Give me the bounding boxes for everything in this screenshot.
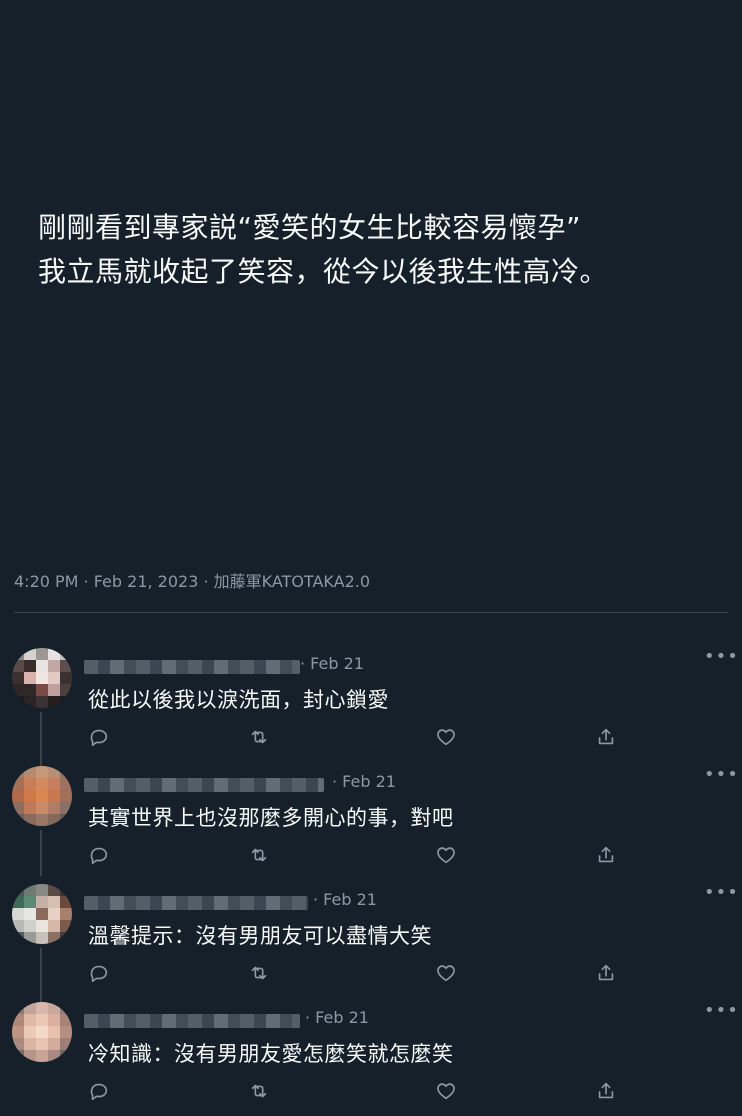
retweet-icon[interactable] xyxy=(248,1080,270,1102)
avatar[interactable] xyxy=(12,648,72,708)
reply-text: 其實世界上也沒那麼多開心的事，對吧 xyxy=(88,806,454,830)
more-icon[interactable]: ••• xyxy=(704,884,739,902)
reply-icon[interactable] xyxy=(88,844,110,866)
retweet-icon[interactable] xyxy=(248,726,270,748)
reply-item[interactable]: · Feb 21 ••• 其實世界上也沒那麼多開心的事，對吧 xyxy=(0,766,742,884)
more-icon[interactable]: ••• xyxy=(704,648,739,666)
username-blurred[interactable] xyxy=(84,1014,300,1028)
username-blurred[interactable] xyxy=(84,896,308,910)
share-icon[interactable] xyxy=(595,962,617,984)
share-icon[interactable] xyxy=(595,726,617,748)
heart-icon[interactable] xyxy=(435,726,457,748)
tweet-text-line-1: 剛剛看到專家説“愛笑的女生比較容易懷孕” xyxy=(38,211,582,244)
reply-icon[interactable] xyxy=(88,1080,110,1102)
reply-icon[interactable] xyxy=(88,726,110,748)
more-icon[interactable]: ••• xyxy=(704,1002,739,1020)
reply-text: 冷知識：沒有男朋友愛怎麼笑就怎麼笑 xyxy=(88,1042,454,1066)
share-icon[interactable] xyxy=(595,844,617,866)
tweet-text-line-2: 我立馬就收起了笑容，從今以後我生性高冷。 xyxy=(38,255,609,288)
avatar[interactable] xyxy=(12,1002,72,1062)
more-icon[interactable]: ••• xyxy=(704,766,739,784)
share-icon[interactable] xyxy=(595,1080,617,1102)
tweet-body: 剛剛看到專家説“愛笑的女生比較容易懷孕” 我立馬就收起了笑容，從今以後我生性高冷… xyxy=(38,206,728,294)
reply-date[interactable]: · Feb 21 xyxy=(300,654,364,673)
avatar[interactable] xyxy=(12,884,72,944)
username-blurred[interactable] xyxy=(84,778,324,792)
reply-date[interactable]: · Feb 21 xyxy=(313,890,377,909)
reply-date[interactable]: · Feb 21 xyxy=(305,1008,369,1027)
heart-icon[interactable] xyxy=(435,844,457,866)
retweet-icon[interactable] xyxy=(248,844,270,866)
reply-item[interactable]: · Feb 21 ••• 冷知識：沒有男朋友愛怎麼笑就怎麼笑 xyxy=(0,1002,742,1116)
tweet-meta[interactable]: 4:20 PM · Feb 21, 2023 · 加藤軍KATOTAKA2.0 xyxy=(14,568,370,592)
divider xyxy=(14,612,728,613)
reply-text: 從此以後我以淚洗面，封心鎖愛 xyxy=(88,688,389,712)
reply-text: 溫馨提示：沒有男朋友可以盡情大笑 xyxy=(88,924,432,948)
reply-date[interactable]: · Feb 21 xyxy=(332,772,396,791)
reply-item[interactable]: · Feb 21 ••• 從此以後我以淚洗面，封心鎖愛 xyxy=(0,648,742,766)
username-blurred[interactable] xyxy=(84,660,300,674)
reply-item[interactable]: · Feb 21 ••• 溫馨提示：沒有男朋友可以盡情大笑 xyxy=(0,884,742,1002)
avatar[interactable] xyxy=(12,766,72,826)
heart-icon[interactable] xyxy=(435,962,457,984)
heart-icon[interactable] xyxy=(435,1080,457,1102)
reply-icon[interactable] xyxy=(88,962,110,984)
retweet-icon[interactable] xyxy=(248,962,270,984)
